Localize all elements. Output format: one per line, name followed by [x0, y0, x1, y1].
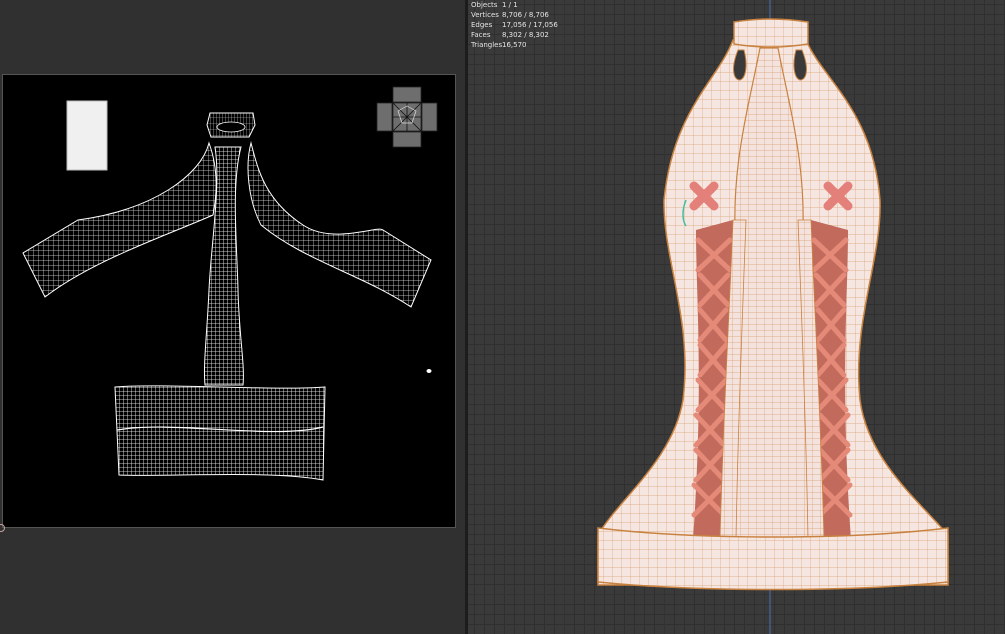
- stat-value: 17,056 / 17,056: [502, 21, 558, 29]
- dress-mesh[interactable]: [597, 18, 949, 591]
- uv-editor-area[interactable]: [0, 0, 465, 634]
- statistics-overlay: Objects 1 / 1 Vertices 8,706 / 8,706 Edg…: [471, 0, 558, 50]
- stat-label: Faces: [471, 31, 491, 39]
- uv-island-right-strap[interactable]: [247, 141, 432, 308]
- uv-island-skirt-band[interactable]: [114, 385, 326, 481]
- mesh-view: [597, 0, 949, 634]
- stat-value: 16,570: [502, 41, 527, 49]
- stat-label: Triangles: [471, 41, 503, 49]
- stat-value: 1 / 1: [502, 1, 518, 9]
- uv-island-rectangle[interactable]: [66, 100, 108, 171]
- stat-value: 8,706 / 8,706: [502, 11, 549, 19]
- stat-objects: Objects 1 / 1: [471, 0, 558, 10]
- uv-texture-canvas[interactable]: [2, 74, 456, 528]
- uv-island-left-strap[interactable]: [22, 141, 217, 298]
- stat-label: Vertices: [471, 11, 499, 19]
- uv-island-collar[interactable]: [206, 112, 256, 138]
- stat-vertices: Vertices 8,706 / 8,706: [471, 10, 558, 20]
- uv-island-small-dot[interactable]: [426, 369, 432, 373]
- 3d-viewport[interactable]: Objects 1 / 1 Vertices 8,706 / 8,706 Edg…: [468, 0, 1005, 634]
- stat-value: 8,302 / 8,302: [502, 31, 549, 39]
- stat-edges: Edges 17,056 / 17,056: [471, 20, 558, 30]
- uv-island-selected-cap[interactable]: [376, 86, 438, 148]
- 2d-cursor-icon[interactable]: [0, 524, 5, 532]
- stat-label: Objects: [471, 1, 498, 9]
- stat-faces: Faces 8,302 / 8,302: [471, 30, 558, 40]
- uv-layout: [22, 86, 438, 481]
- stat-label: Edges: [471, 21, 493, 29]
- stat-triangles: Triangles 16,570: [471, 40, 558, 50]
